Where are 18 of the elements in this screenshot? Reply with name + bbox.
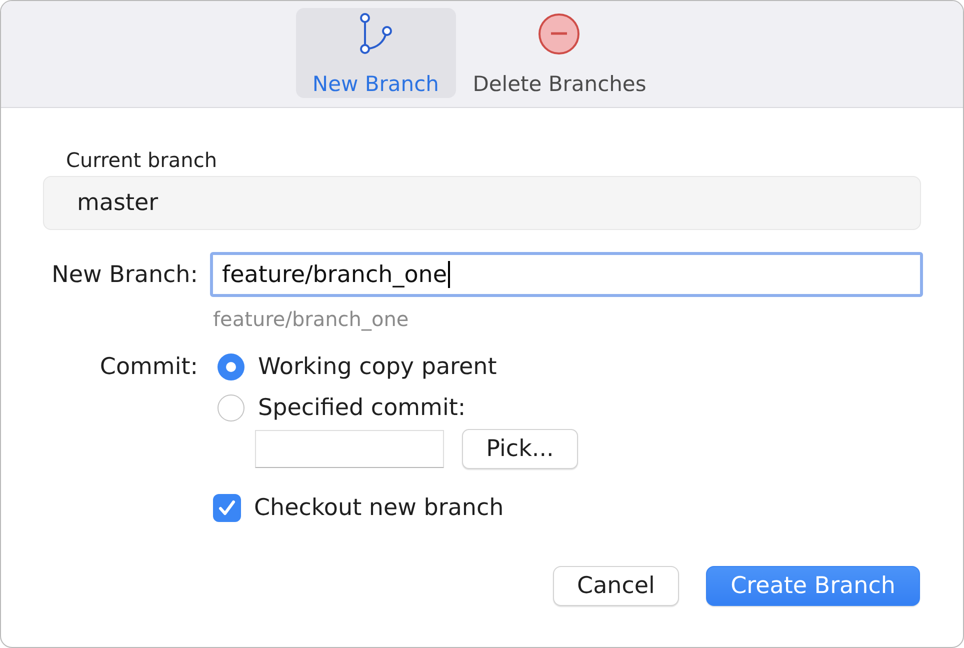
- branch-icon: [360, 13, 392, 54]
- commit-label: Commit:: [100, 353, 198, 382]
- branch-name-preview: feature/branch_one: [212, 307, 410, 331]
- pick-button[interactable]: Pick...: [462, 429, 578, 469]
- current-branch-display: master: [43, 176, 921, 230]
- branch-name-field[interactable]: feature/branch_one: [210, 252, 923, 297]
- checkbox[interactable]: [213, 494, 241, 522]
- new-branch-label: New Branch:: [52, 260, 198, 290]
- current-branch-label: Current branch: [65, 149, 218, 171]
- radio-button[interactable]: [217, 353, 245, 381]
- minus-circle-icon: [538, 12, 580, 54]
- cancel-button[interactable]: Cancel: [553, 566, 679, 606]
- commit-field[interactable]: [255, 430, 444, 468]
- toolbar-tab[interactable]: Delete Branches: [464, 8, 654, 98]
- radio-label: Working copy parent: [258, 354, 497, 380]
- radio-label: Specified commit:: [258, 395, 466, 421]
- checkbox-label: Checkout new branch: [254, 495, 504, 521]
- radio-button[interactable]: [217, 394, 245, 422]
